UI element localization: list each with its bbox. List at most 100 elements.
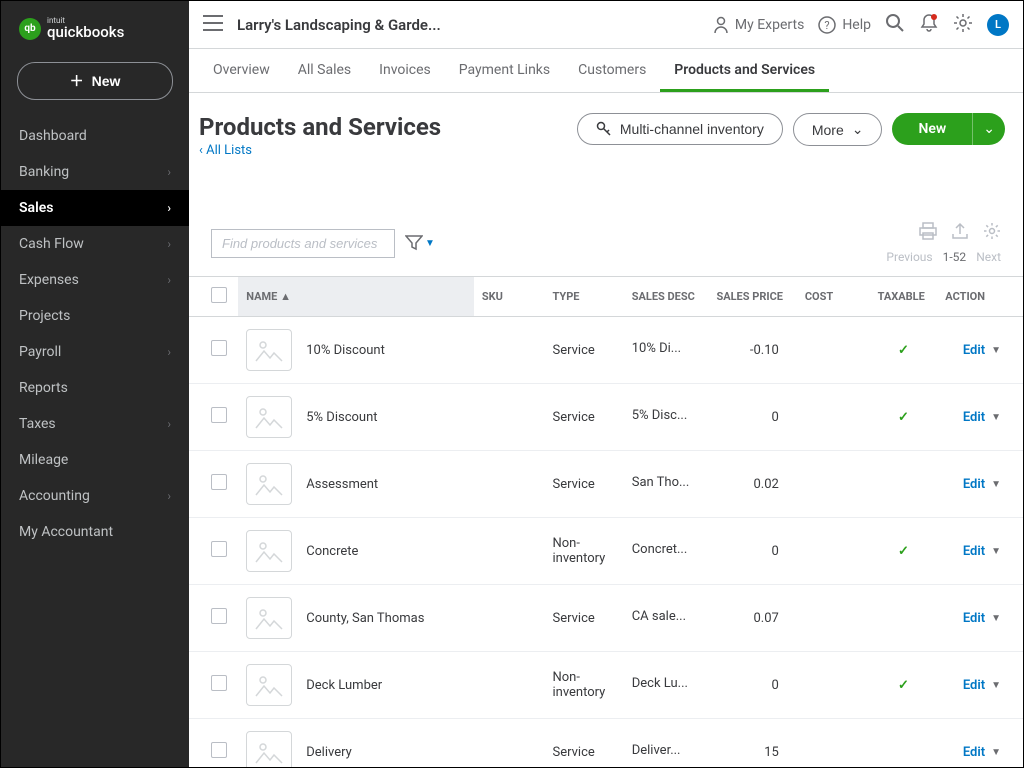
column-taxable[interactable]: TAXABLE — [870, 277, 938, 317]
hamburger-icon[interactable] — [203, 15, 223, 35]
column-name[interactable]: NAME ▲ — [238, 277, 474, 317]
company-name[interactable]: Larry's Landscaping & Garde... — [237, 16, 441, 34]
pager-previous[interactable]: Previous — [886, 250, 932, 264]
content-scroll[interactable]: Products and Services ‹ All Lists Multi-… — [189, 93, 1023, 767]
edit-button[interactable]: Edit▼ — [963, 477, 1001, 492]
sidebar-item-label: Cash Flow — [19, 236, 84, 252]
main-area: Larry's Landscaping & Garde... My Expert… — [189, 1, 1023, 767]
all-lists-label: All Lists — [206, 143, 252, 158]
edit-button[interactable]: Edit▼ — [963, 678, 1001, 693]
sidebar-item-reports[interactable]: Reports — [1, 370, 189, 406]
select-all-checkbox[interactable] — [211, 287, 227, 303]
sidebar-item-projects[interactable]: Projects — [1, 298, 189, 334]
checkmark-icon: ✓ — [878, 678, 930, 693]
product-name[interactable]: 5% Discount — [306, 410, 377, 425]
image-placeholder-icon — [246, 597, 292, 639]
sidebar-item-sales[interactable]: Sales› — [1, 190, 189, 226]
chevron-down-icon: ▼ — [991, 680, 1001, 691]
edit-label: Edit — [963, 611, 985, 626]
more-label: More — [812, 122, 844, 138]
pager-next[interactable]: Next — [976, 250, 1001, 264]
product-sku — [474, 518, 545, 585]
product-desc: 10% Di... — [624, 317, 709, 384]
product-sku — [474, 719, 545, 768]
sidebar-item-banking[interactable]: Banking› — [1, 154, 189, 190]
gear-icon[interactable] — [953, 13, 973, 37]
image-placeholder-icon — [246, 463, 292, 505]
product-type: Service — [544, 719, 623, 768]
sidebar-item-label: Accounting — [19, 488, 90, 504]
row-checkbox[interactable] — [211, 541, 227, 557]
sidebar-item-my-accountant[interactable]: My Accountant — [1, 514, 189, 550]
chevron-down-icon: ⌄ — [852, 121, 864, 138]
help-link[interactable]: ? Help — [818, 16, 871, 34]
row-checkbox[interactable] — [211, 675, 227, 691]
edit-button[interactable]: Edit▼ — [963, 611, 1001, 626]
tab-products-and-services[interactable]: Products and Services — [660, 51, 829, 92]
new-button-main[interactable]: New — [892, 113, 972, 145]
notifications-icon[interactable] — [919, 13, 939, 37]
sidebar-item-expenses[interactable]: Expenses› — [1, 262, 189, 298]
column-type[interactable]: TYPE — [544, 277, 623, 317]
sidebar-item-accounting[interactable]: Accounting› — [1, 478, 189, 514]
row-checkbox[interactable] — [211, 340, 227, 356]
pager: Previous 1-52 Next — [886, 250, 1001, 264]
sort-asc-icon: ▲ — [280, 290, 291, 303]
more-button[interactable]: More ⌄ — [793, 113, 883, 146]
all-lists-link[interactable]: ‹ All Lists — [199, 143, 252, 158]
tab-payment-links[interactable]: Payment Links — [445, 51, 564, 92]
product-name[interactable]: 10% Discount — [306, 343, 385, 358]
chevron-right-icon: › — [167, 165, 171, 179]
column-sales-desc[interactable]: SALES DESC — [624, 277, 709, 317]
logo-badge-icon: qb — [19, 18, 41, 40]
tab-invoices[interactable]: Invoices — [365, 51, 445, 92]
product-cost — [797, 317, 870, 384]
product-price: 0 — [708, 518, 796, 585]
multi-channel-inventory-button[interactable]: Multi-channel inventory — [577, 113, 783, 145]
print-icon[interactable] — [919, 222, 937, 244]
product-name[interactable]: Assessment — [306, 477, 378, 492]
new-button-caret[interactable]: ⌄ — [972, 113, 1005, 145]
column-sku[interactable]: SKU — [474, 277, 545, 317]
sidebar-item-label: Dashboard — [19, 128, 87, 144]
edit-button[interactable]: Edit▼ — [963, 343, 1001, 358]
edit-button[interactable]: Edit▼ — [963, 745, 1001, 760]
multi-channel-label: Multi-channel inventory — [620, 121, 764, 137]
row-checkbox[interactable] — [211, 742, 227, 758]
product-name[interactable]: Delivery — [306, 745, 352, 760]
column-cost[interactable]: COST — [797, 277, 870, 317]
product-name[interactable]: County, San Thomas — [306, 611, 424, 626]
sidebar-item-cash-flow[interactable]: Cash Flow› — [1, 226, 189, 262]
product-name[interactable]: Deck Lumber — [306, 678, 382, 693]
edit-button[interactable]: Edit▼ — [963, 544, 1001, 559]
sidebar-item-taxes[interactable]: Taxes› — [1, 406, 189, 442]
edit-button[interactable]: Edit▼ — [963, 410, 1001, 425]
column-action: ACTION — [937, 277, 1023, 317]
search-icon[interactable] — [885, 13, 905, 37]
row-checkbox[interactable] — [211, 608, 227, 624]
product-sku — [474, 384, 545, 451]
row-checkbox[interactable] — [211, 474, 227, 490]
logo[interactable]: qb intuit quickbooks — [1, 1, 189, 48]
row-checkbox[interactable] — [211, 407, 227, 423]
product-type: Service — [544, 585, 623, 652]
search-input[interactable] — [211, 229, 395, 258]
product-sku — [474, 317, 545, 384]
avatar[interactable]: L — [987, 14, 1009, 36]
column-sales-price[interactable]: SALES PRICE — [708, 277, 796, 317]
tab-all-sales[interactable]: All Sales — [284, 51, 365, 92]
image-placeholder-icon — [246, 530, 292, 572]
sidebar-item-mileage[interactable]: Mileage — [1, 442, 189, 478]
filter-icon[interactable]: ▼ — [405, 235, 435, 251]
product-taxable — [870, 451, 938, 518]
filter-caret-icon: ▼ — [425, 238, 435, 249]
tab-overview[interactable]: Overview — [199, 51, 284, 92]
my-experts-link[interactable]: My Experts — [713, 16, 804, 34]
tab-customers[interactable]: Customers — [564, 51, 660, 92]
export-icon[interactable] — [951, 222, 969, 244]
sidebar-item-payroll[interactable]: Payroll› — [1, 334, 189, 370]
table-settings-icon[interactable] — [983, 222, 1001, 244]
new-button-sidebar[interactable]: ＋ New — [17, 62, 173, 100]
sidebar-item-dashboard[interactable]: Dashboard — [1, 118, 189, 154]
product-name[interactable]: Concrete — [306, 544, 358, 559]
